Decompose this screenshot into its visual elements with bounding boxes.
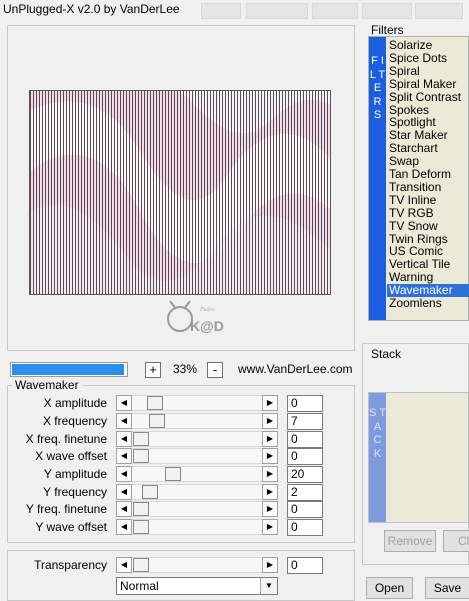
x-freq-finetune-label: X freq. finetune: [25, 432, 107, 446]
zoom-in-button[interactable]: +: [145, 362, 161, 378]
y-wave-offset-value-field[interactable]: 0: [287, 519, 323, 536]
title-bar-blurred-element: [246, 3, 308, 19]
website-link[interactable]: www.VanDerLee.com: [238, 362, 353, 376]
filter-item[interactable]: Spiral: [387, 64, 469, 78]
arrow-right-icon[interactable]: ▶: [262, 395, 278, 411]
x-amplitude-value-field[interactable]: 0: [287, 395, 323, 412]
title-bar-blurred-element: [201, 3, 241, 19]
arrow-right-icon[interactable]: ▶: [262, 448, 278, 464]
blend-mode-value: Normal: [120, 579, 159, 593]
title-bar-blurred-element: [362, 3, 412, 19]
filter-item[interactable]: TV Snow: [387, 219, 469, 233]
arrow-left-icon[interactable]: ◀: [116, 448, 132, 464]
x-frequency-value-field[interactable]: 7: [287, 413, 323, 430]
y-amplitude-label: Y amplitude: [43, 467, 107, 481]
arrow-right-icon[interactable]: ▶: [262, 431, 278, 447]
progress-bar: [10, 362, 128, 377]
arrow-left-icon[interactable]: ◀: [116, 519, 132, 535]
x-frequency-slider-thumb[interactable]: [149, 414, 165, 428]
x-freq-finetune-value-field[interactable]: 0: [287, 431, 323, 448]
arrow-left-icon[interactable]: ◀: [116, 484, 132, 500]
x-amplitude-slider[interactable]: [116, 395, 278, 411]
y-frequency-label: Y frequency: [43, 485, 107, 499]
stack-side-label: S T A C K: [369, 407, 386, 460]
title-bar-blurred-element: [312, 3, 358, 19]
filter-item[interactable]: Spiral Maker: [387, 77, 469, 91]
arrow-left-icon[interactable]: ◀: [116, 466, 132, 482]
preview-image: [29, 90, 331, 295]
x-wave-offset-value-field[interactable]: 0: [287, 448, 323, 465]
filters-side-bar: F I L T E R S: [369, 37, 386, 320]
filters-title: Filters: [371, 23, 404, 37]
arrow-right-icon[interactable]: ▶: [262, 413, 278, 429]
filter-item[interactable]: TV RGB: [387, 206, 469, 220]
y-amplitude-slider-thumb[interactable]: [165, 467, 181, 481]
zoom-out-button[interactable]: -: [207, 362, 223, 378]
y-amplitude-value-field[interactable]: 20: [287, 466, 323, 483]
y-frequency-slider[interactable]: [116, 484, 278, 500]
arrow-right-icon[interactable]: ▶: [262, 484, 278, 500]
clear-button[interactable]: Cl: [443, 530, 469, 552]
filter-item[interactable]: Spice Dots: [387, 51, 469, 65]
progress-fill: [12, 364, 124, 375]
x-wave-offset-label: X wave offset: [35, 449, 107, 463]
arrow-left-icon[interactable]: ◀: [116, 413, 132, 429]
zoom-level: 33%: [173, 362, 198, 376]
x-amplitude-label: X amplitude: [43, 396, 107, 410]
arrow-left-icon[interactable]: ◀: [116, 395, 132, 411]
open-button[interactable]: Open: [366, 577, 413, 599]
filter-item[interactable]: Zoomlens: [387, 297, 469, 310]
arrow-left-icon[interactable]: ◀: [116, 501, 132, 517]
stack-side-bar: S T A C K: [369, 393, 386, 522]
filters-side-label: F I L T E R S: [369, 55, 386, 121]
wavemaker-group-title: Wavemaker: [12, 378, 82, 392]
arrow-left-icon[interactable]: ◀: [116, 431, 132, 447]
chevron-down-icon[interactable]: ▼: [260, 578, 277, 594]
author-logo: K@D Pedro: [160, 297, 230, 343]
y-frequency-value-field[interactable]: 2: [287, 484, 323, 501]
y-amplitude-slider[interactable]: [116, 466, 278, 482]
y-freq-finetune-value-field[interactable]: 0: [287, 501, 323, 518]
arrow-right-icon[interactable]: ▶: [262, 466, 278, 482]
remove-button[interactable]: Remove: [384, 530, 436, 552]
filter-item[interactable]: Split Contrast: [387, 90, 469, 104]
arrow-right-icon[interactable]: ▶: [262, 501, 278, 517]
window-title: UnPlugged-X v2.0 by VanDerLee: [3, 2, 180, 16]
y-wave-offset-slider-thumb[interactable]: [133, 520, 149, 534]
x-frequency-slider[interactable]: [116, 413, 278, 429]
y-freq-finetune-label: Y freq. finetune: [25, 502, 107, 516]
wave-preview-graphic: [30, 91, 330, 294]
x-freq-finetune-slider-thumb[interactable]: [133, 432, 149, 446]
arrow-right-icon[interactable]: ▶: [262, 519, 278, 535]
filter-item[interactable]: TV Inline: [387, 193, 469, 207]
filter-item[interactable]: Transition: [387, 180, 469, 194]
x-wave-offset-slider-thumb[interactable]: [133, 449, 149, 463]
svg-text:Pedro: Pedro: [199, 307, 214, 313]
title-bar-blurred-element: [415, 3, 463, 19]
x-frequency-label: X frequency: [42, 414, 107, 428]
y-freq-finetune-slider-thumb[interactable]: [133, 502, 149, 516]
save-button[interactable]: Save: [425, 577, 469, 599]
svg-text:K@D: K@D: [190, 318, 224, 334]
y-wave-offset-label: Y wave offset: [35, 520, 107, 534]
title-bar: UnPlugged-X v2.0 by VanDerLee: [0, 0, 469, 22]
blend-mode-select[interactable]: Normal ▼: [116, 577, 278, 595]
x-amplitude-slider-thumb[interactable]: [147, 396, 163, 410]
y-frequency-slider-thumb[interactable]: [142, 485, 158, 499]
stack-title: Stack: [371, 347, 402, 361]
